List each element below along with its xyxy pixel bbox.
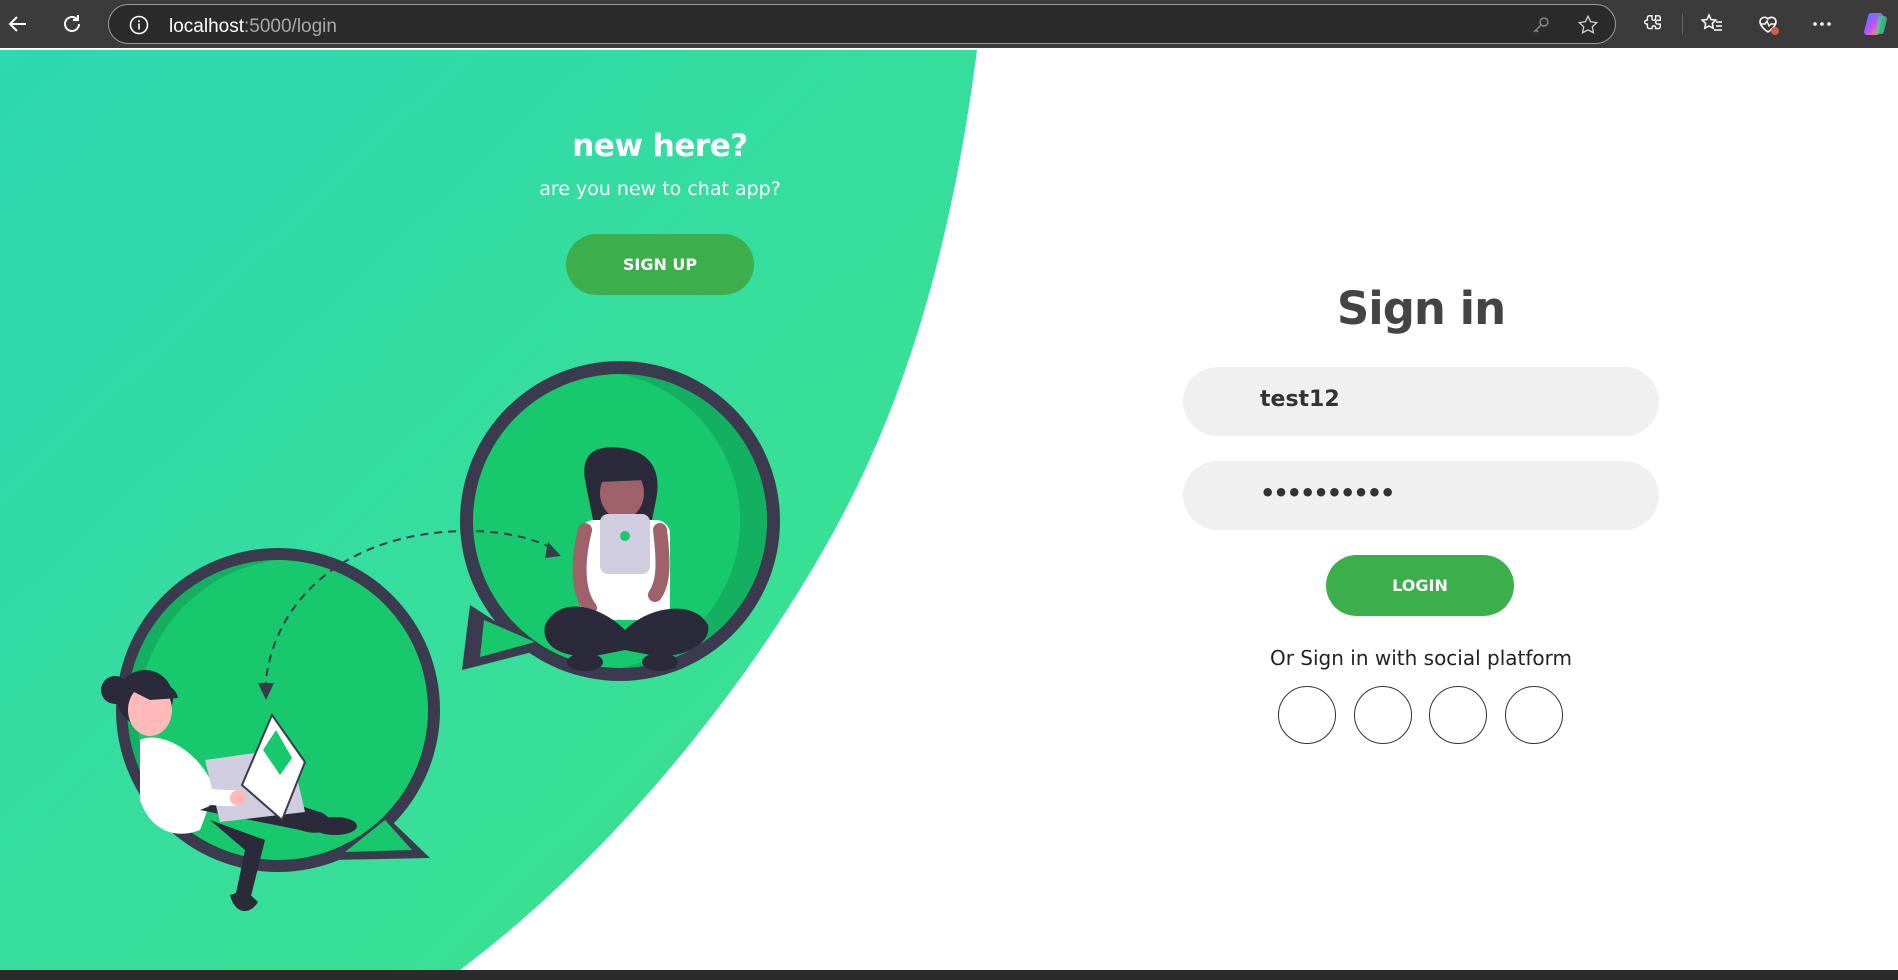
social-button-4[interactable] xyxy=(1505,686,1563,744)
more-options-icon[interactable] xyxy=(1806,8,1838,40)
favorite-star-icon[interactable] xyxy=(1577,14,1599,36)
login-page: new here? are you new to chat app? SIGN … xyxy=(0,50,1898,970)
username-field[interactable]: test12 xyxy=(1183,367,1659,436)
browser-toolbar: localhost:5000/login xyxy=(0,0,1898,48)
favorites-icon[interactable] xyxy=(1696,8,1728,40)
signup-promo: new here? are you new to chat app? xyxy=(460,128,860,200)
login-button[interactable]: LOGIN xyxy=(1326,555,1514,616)
site-info-icon[interactable] xyxy=(129,15,149,35)
copilot-icon[interactable] xyxy=(1860,8,1892,40)
address-bar[interactable]: localhost:5000/login xyxy=(108,4,1616,44)
toolbar-separator xyxy=(1682,14,1683,34)
social-button-1[interactable] xyxy=(1278,686,1336,744)
browser-health-icon[interactable] xyxy=(1752,8,1784,40)
reload-icon[interactable] xyxy=(56,8,88,40)
extensions-icon[interactable] xyxy=(1636,8,1668,40)
social-signin-text: Or Sign in with social platform xyxy=(1269,646,1573,670)
promo-subtitle: are you new to chat app? xyxy=(539,178,781,200)
password-value[interactable]: •••••••••• xyxy=(1260,479,1395,507)
signup-button[interactable]: SIGN UP xyxy=(566,234,754,295)
window-bottom-edge xyxy=(0,970,1898,980)
social-button-3[interactable] xyxy=(1429,686,1487,744)
password-field[interactable]: •••••••••• xyxy=(1183,461,1659,530)
signin-title: Sign in xyxy=(1336,282,1506,335)
url-text[interactable]: localhost:5000/login xyxy=(169,16,337,38)
key-icon[interactable] xyxy=(1531,15,1551,35)
social-button-2[interactable] xyxy=(1354,686,1412,744)
promo-title: new here? xyxy=(572,128,748,164)
back-icon[interactable] xyxy=(2,8,34,40)
username-value[interactable]: test12 xyxy=(1260,387,1340,412)
